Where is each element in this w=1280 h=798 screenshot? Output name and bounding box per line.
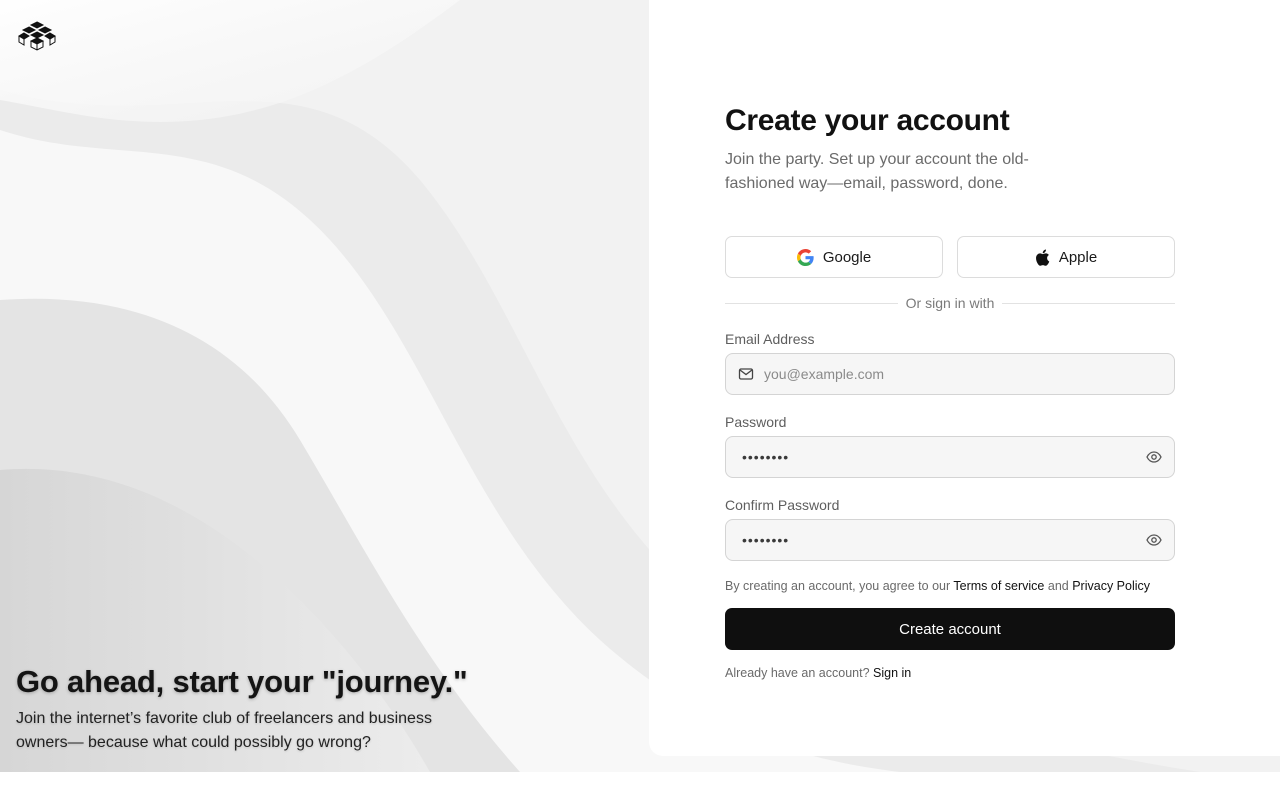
signin-prompt: Already have an account? Sign in: [725, 666, 1174, 680]
google-icon: [796, 248, 814, 266]
page-subtitle: Join the party. Set up your account the …: [725, 151, 1029, 192]
terms-and: and: [1047, 579, 1069, 593]
social-buttons: Google Apple: [725, 236, 1175, 278]
hero-subtitle: Join the internet’s favorite club of fre…: [16, 710, 432, 751]
signup-form: Create your account Join the party. Set …: [725, 102, 1176, 680]
divider-line-right: [1002, 302, 1176, 304]
email-label: Email Address: [725, 331, 815, 347]
signin-prefix: Already have an account?: [725, 666, 870, 680]
terms-of-service-link[interactable]: Terms of service: [953, 579, 1044, 593]
create-account-button[interactable]: Create account: [725, 608, 1175, 650]
apple-label: Apple: [1058, 248, 1098, 266]
terms-notice: By creating an account, you agree to our…: [725, 579, 1174, 593]
signup-panel: Create your account Join the party. Set …: [649, 0, 1280, 756]
hero-title: Go ahead, start your "journey.": [16, 664, 468, 699]
mail-icon: [738, 366, 754, 382]
terms-prefix: By creating an account, you agree to our: [725, 579, 951, 593]
google-label: Google: [822, 248, 872, 266]
password-label: Password: [725, 414, 787, 430]
stacked-cubes-icon: [18, 21, 56, 51]
confirm-password-input[interactable]: ••••••••: [738, 532, 1146, 548]
password-field-wrapper: ••••••••: [725, 436, 1175, 478]
divider-text: Or sign in with: [905, 295, 995, 311]
email-input[interactable]: [764, 366, 1162, 382]
signin-link[interactable]: Sign in: [873, 666, 911, 680]
divider-line-left: [725, 302, 898, 304]
password-input[interactable]: ••••••••: [738, 449, 1146, 465]
google-signin-button[interactable]: Google: [725, 236, 943, 278]
privacy-policy-link[interactable]: Privacy Policy: [1072, 579, 1150, 593]
apple-icon: [1035, 248, 1050, 266]
confirm-password-field-wrapper: ••••••••: [725, 519, 1175, 561]
hero-text: Go ahead, start your "journey." Join the…: [16, 663, 576, 755]
divider: Or sign in with: [725, 295, 1176, 311]
email-field-wrapper: [725, 353, 1175, 395]
eye-icon[interactable]: [1146, 532, 1162, 548]
page-title: Create your account: [725, 104, 1010, 137]
apple-signin-button[interactable]: Apple: [957, 236, 1175, 278]
confirm-password-label: Confirm Password: [725, 497, 840, 513]
eye-icon[interactable]: [1146, 449, 1162, 465]
